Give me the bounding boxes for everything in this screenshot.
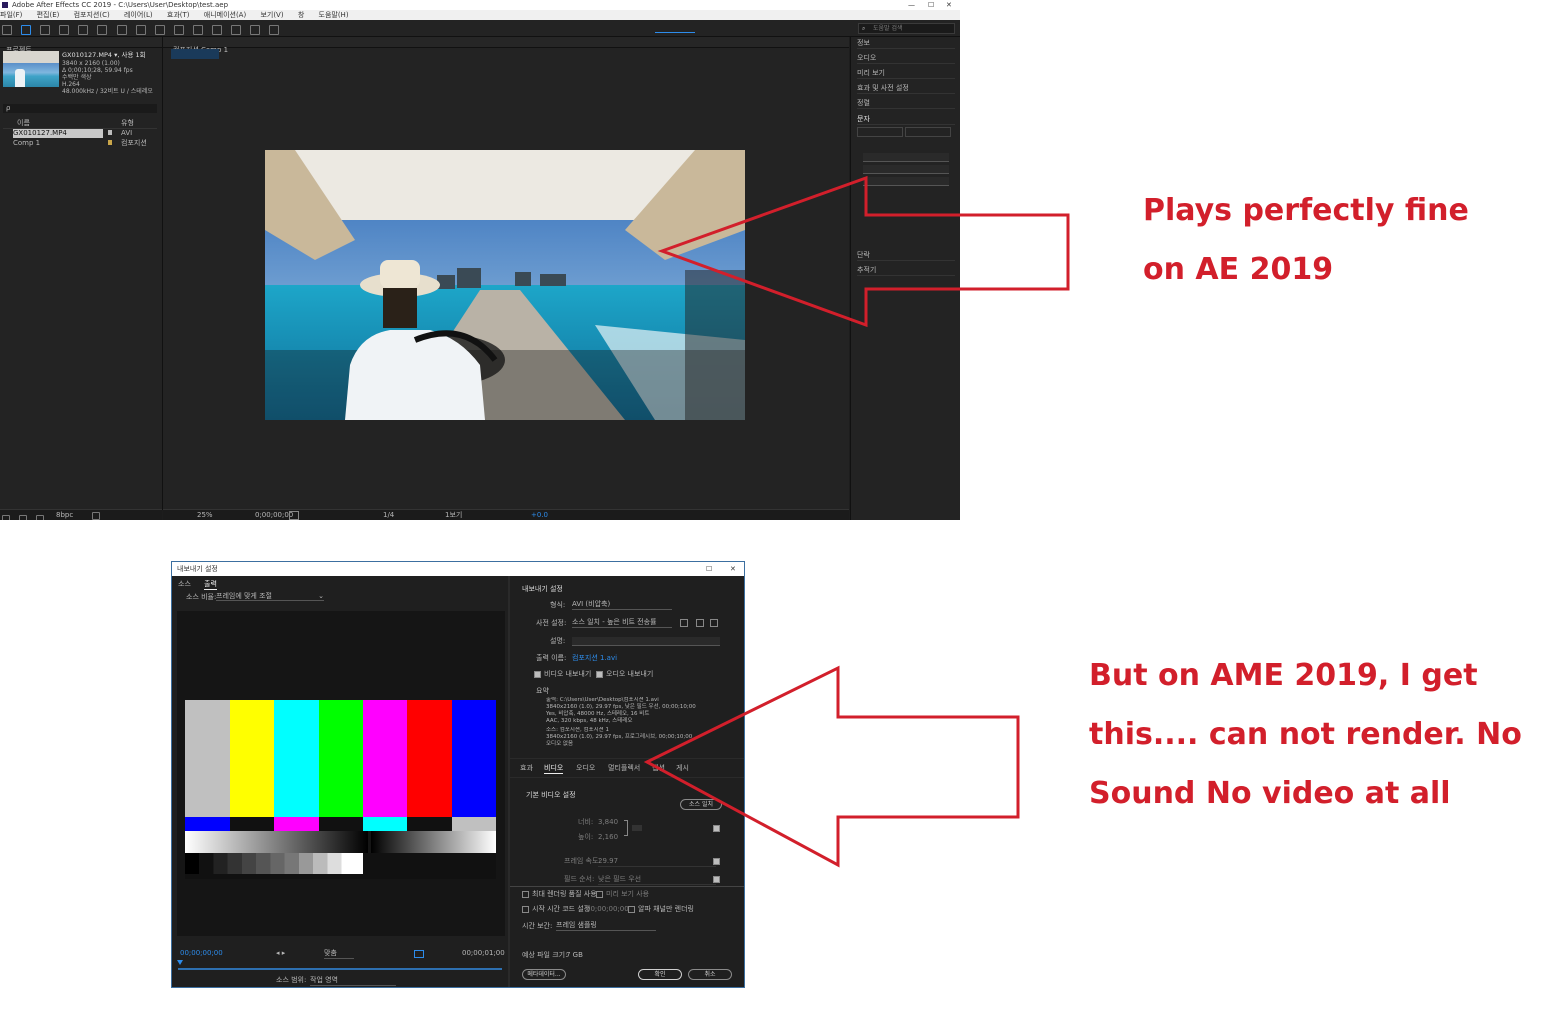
annotation-top-line1: Plays perfectly fine bbox=[1143, 193, 1469, 228]
annotation-bottom-line1: But on AME 2019, I get bbox=[1089, 658, 1478, 693]
annotation-bottom-line3: Sound No video at all bbox=[1089, 776, 1451, 811]
annotation-top-line2: on AE 2019 bbox=[1143, 252, 1334, 287]
annotation-arrows bbox=[643, 175, 1070, 868]
annotation-arrow-top bbox=[657, 175, 1070, 328]
annotation-arrow-bottom bbox=[643, 665, 1020, 868]
annotation-bottom-line2: this.... can not render. No bbox=[1089, 717, 1522, 752]
